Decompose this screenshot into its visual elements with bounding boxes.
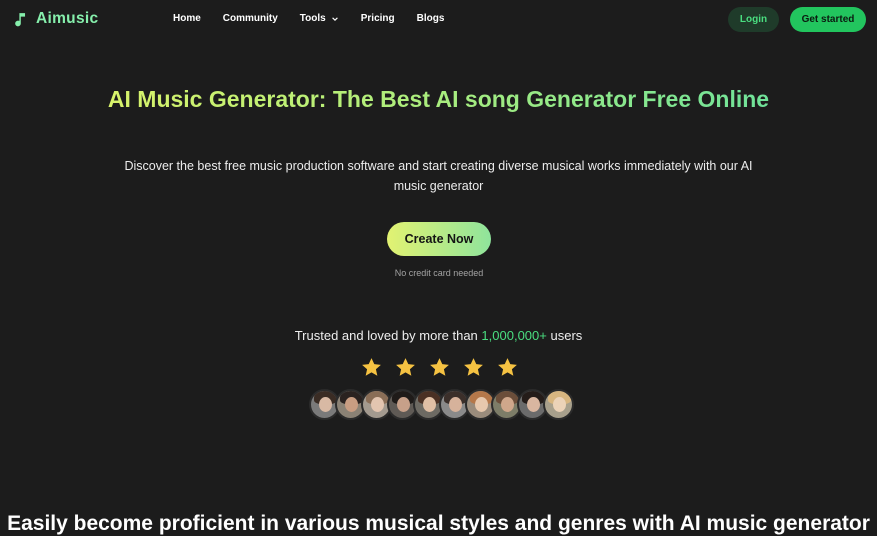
trusted-suffix: users (550, 328, 583, 343)
main-menu: Home Community Tools Pricing Blogs (173, 13, 466, 24)
hero-subtitle: Discover the best free music production … (124, 159, 753, 193)
avatar-face (449, 397, 462, 412)
create-now-button[interactable]: Create Now (387, 222, 491, 256)
nav-blogs-link[interactable]: Blogs (417, 13, 445, 24)
avatar-face (423, 397, 436, 412)
get-started-button[interactable]: Get started (790, 7, 866, 32)
nav-community-link[interactable]: Community (223, 13, 278, 24)
avatar-face (475, 397, 488, 412)
star-icon (396, 358, 415, 376)
rating-stars (360, 356, 519, 379)
nav-tools-label: Tools (299, 13, 326, 24)
music-note-icon (15, 12, 26, 26)
star-icon (362, 358, 381, 376)
avatar-face (501, 397, 514, 412)
no-credit-card-note: No credit card needed (394, 268, 484, 278)
star-icon (430, 358, 449, 376)
star-icon (464, 358, 483, 376)
chevron-down-icon (331, 16, 338, 21)
trusted-prefix: Trusted and loved by more than (294, 328, 478, 343)
trusted-by-text: Trusted and loved by more than 1,000,000… (238, 328, 639, 343)
nav-pricing-link[interactable]: Pricing (361, 13, 395, 24)
brand-logo[interactable]: Aimusic (13, 10, 98, 28)
hero-title: AI Music Generator: The Best AI song Gen… (100, 86, 777, 113)
star-icon (498, 358, 517, 376)
avatar-face (345, 397, 358, 412)
user-count: 1,000,000+ (481, 328, 547, 343)
login-button[interactable]: Login (728, 7, 779, 32)
user-avatars (309, 389, 574, 420)
top-navbar: Aimusic Home Community Tools Pricing Blo… (0, 0, 877, 38)
avatar-face (319, 397, 332, 412)
avatar-face (553, 397, 566, 412)
section-heading: Easily become proficient in various musi… (7, 512, 870, 535)
user-avatar (543, 389, 574, 420)
nav-home-link[interactable]: Home (173, 13, 201, 24)
avatar-face (397, 397, 410, 412)
brand-name: Aimusic (36, 10, 99, 27)
avatar-face (371, 397, 384, 412)
avatar-face (527, 397, 540, 412)
nav-tools-dropdown[interactable]: Tools (300, 13, 339, 24)
